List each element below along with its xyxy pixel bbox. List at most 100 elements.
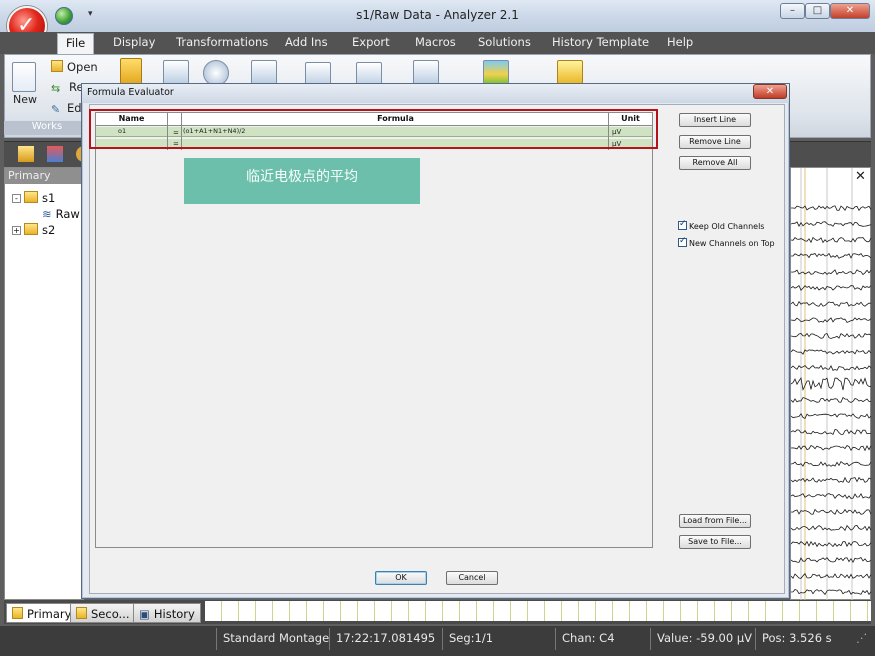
folder-icon <box>12 607 23 619</box>
remove-all-button[interactable]: Remove All <box>679 156 751 170</box>
eeg-channel-trace <box>790 540 872 548</box>
dialog-close-button[interactable]: ✕ <box>753 84 787 99</box>
eeg-channel-trace <box>790 376 872 392</box>
tab-file[interactable]: File <box>57 33 95 55</box>
folder-icon <box>24 191 38 203</box>
tab-help[interactable]: Help <box>667 35 693 49</box>
folder-icon <box>24 223 38 235</box>
remove-line-button[interactable]: Remove Line <box>679 135 751 149</box>
time-ruler[interactable] <box>205 601 871 621</box>
history-icon: ▣ <box>139 607 150 621</box>
new-document-icon[interactable] <box>12 62 36 92</box>
tree-node-raw[interactable]: ≋ Raw <box>42 207 80 221</box>
dialog-title: Formula Evaluator <box>87 87 174 98</box>
save-to-file-button[interactable]: Save to File... <box>679 535 751 549</box>
eeg-channel-trace <box>790 460 872 467</box>
tree-node-s1[interactable]: - s1 <box>12 191 55 205</box>
tab-primary[interactable]: Primary <box>6 603 78 623</box>
keep-old-channels-checkbox[interactable] <box>678 219 687 230</box>
status-value: Value: -59.00 µV <box>657 631 753 645</box>
ribbon-tab-bar: File Display Transformations Add Ins Exp… <box>0 32 875 55</box>
waveform-icon: ≋ <box>42 207 52 221</box>
eeg-channel-trace <box>790 396 872 403</box>
tab-transformations[interactable]: Transformations <box>176 35 268 49</box>
eeg-channel-trace <box>790 476 872 483</box>
dialog-title-bar <box>82 84 789 103</box>
maximize-button[interactable]: □ <box>805 3 830 19</box>
tab-macros[interactable]: Macros <box>415 35 456 49</box>
tab-export[interactable]: Export <box>352 35 390 49</box>
eeg-channel-trace <box>790 221 872 227</box>
ok-button[interactable]: OK <box>375 571 427 585</box>
workspace-icon[interactable] <box>120 58 142 86</box>
status-channel: Chan: C4 <box>562 631 615 645</box>
eeg-channel-trace <box>790 589 872 596</box>
close-window-button[interactable]: ✕ <box>830 3 870 19</box>
resize-grip-icon[interactable]: ⋰ <box>856 631 868 645</box>
eeg-channel-trace <box>790 364 872 371</box>
eeg-traces <box>790 168 872 601</box>
tab-secondary[interactable]: Seco... <box>70 603 136 623</box>
status-position: Pos: 3.526 s <box>762 631 832 645</box>
eeg-channel-trace <box>790 508 872 515</box>
quick-access-dropdown-icon[interactable]: ▾ <box>88 9 93 19</box>
new-channels-on-top-checkbox[interactable] <box>678 236 687 247</box>
status-divider <box>216 628 217 650</box>
eeg-channel-trace <box>790 412 872 420</box>
status-divider <box>555 628 556 650</box>
collapse-icon[interactable]: - <box>12 194 21 203</box>
tab-add-ins[interactable]: Add Ins <box>285 35 328 49</box>
eeg-channel-trace <box>790 300 871 307</box>
rename-button[interactable]: ⇆ Re <box>51 80 84 95</box>
status-montage: Standard Montage <box>223 631 330 645</box>
tree-node-s2[interactable]: + s2 <box>12 223 55 237</box>
cancel-button[interactable]: Cancel <box>446 571 498 585</box>
eeg-view-panel[interactable] <box>790 167 872 601</box>
toolbar-waveform-icon[interactable] <box>47 146 63 162</box>
highlight-box <box>89 109 658 149</box>
status-divider <box>650 628 651 650</box>
status-segment: Seg:1/1 <box>449 631 494 645</box>
eeg-channel-trace <box>790 284 872 292</box>
folder-icon <box>76 607 87 619</box>
ribbon-group-label: Works <box>4 121 90 135</box>
tab-history-template[interactable]: History Template <box>552 35 649 49</box>
tab-solutions[interactable]: Solutions <box>478 35 531 49</box>
eeg-channel-trace <box>790 429 871 436</box>
eeg-channel-trace <box>790 444 872 452</box>
eeg-channel-trace <box>790 572 872 580</box>
toolbar-folder-icon[interactable] <box>18 146 34 162</box>
status-divider <box>329 628 330 650</box>
minimize-button[interactable]: – <box>780 3 805 19</box>
open-button[interactable]: Open <box>51 60 98 74</box>
edit-button[interactable]: ✎ Ed <box>51 101 82 116</box>
eeg-channel-trace <box>790 524 872 532</box>
window-title: s1/Raw Data - Analyzer 2.1 <box>356 8 519 22</box>
new-button-label[interactable]: New <box>13 93 37 106</box>
insert-line-button[interactable]: Insert Line <box>679 113 751 127</box>
new-channels-on-top-option[interactable]: New Channels on Top <box>678 236 775 248</box>
keep-old-channels-option[interactable]: Keep Old Channels <box>678 219 764 231</box>
globe-icon[interactable] <box>55 7 73 25</box>
refresh-arrows-icon: ⇆ <box>51 82 61 95</box>
annotation-label: 临近电极点的平均 <box>184 158 420 204</box>
eeg-channel-trace <box>790 236 872 244</box>
eeg-channel-trace <box>790 349 872 355</box>
expand-icon[interactable]: + <box>12 226 21 235</box>
eeg-channel-trace <box>790 332 872 339</box>
load-from-file-button[interactable]: Load from File... <box>679 514 751 528</box>
status-divider <box>442 628 443 650</box>
folder-open-icon <box>51 60 63 72</box>
eeg-channel-trace <box>790 556 872 564</box>
tab-history[interactable]: ▣ History <box>133 603 201 623</box>
panel-title: Primary <box>5 168 83 184</box>
pencil-icon: ✎ <box>51 103 61 116</box>
eeg-channel-trace <box>791 205 872 212</box>
eeg-channel-trace <box>791 252 872 259</box>
eeg-channel-trace <box>790 492 872 500</box>
eeg-channel-trace <box>790 269 872 276</box>
eeg-channel-trace <box>790 317 872 323</box>
close-view-icon[interactable]: ✕ <box>855 169 866 184</box>
tab-display[interactable]: Display <box>113 35 155 49</box>
status-divider <box>755 628 756 650</box>
